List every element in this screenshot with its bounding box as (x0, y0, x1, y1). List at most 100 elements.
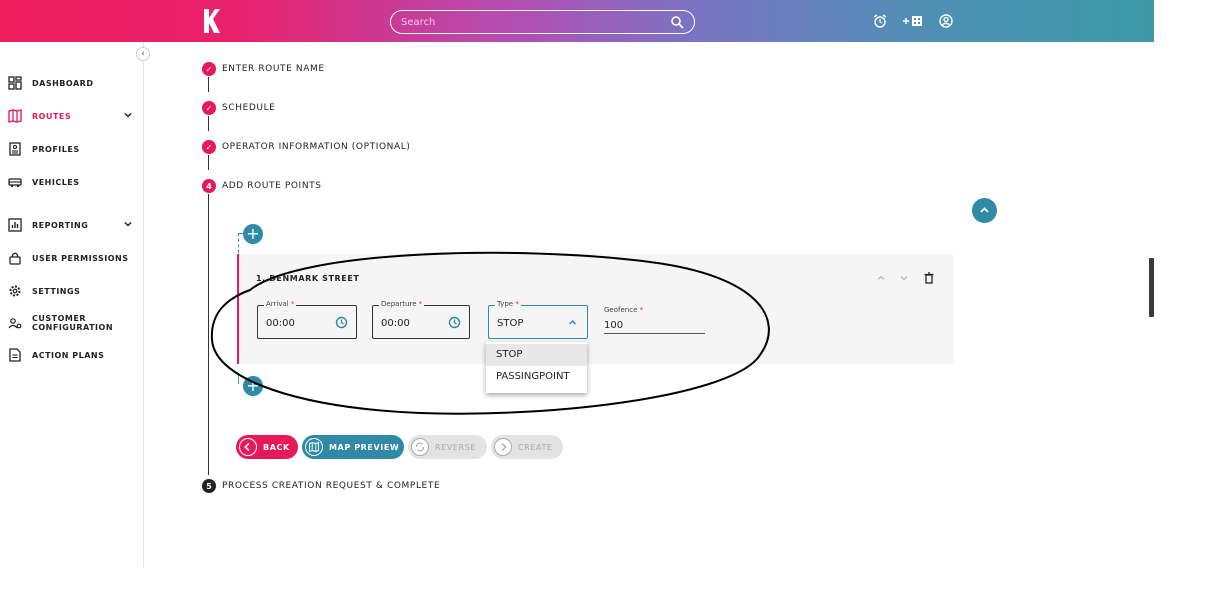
chevron-up-icon[interactable] (875, 272, 887, 284)
clock-icon[interactable] (448, 316, 461, 329)
sidebar-item-profiles[interactable]: PROFILES (8, 139, 138, 159)
chevron-down-icon[interactable] (122, 218, 134, 230)
stepper-connector (208, 194, 209, 475)
check-icon: ✓ (202, 62, 216, 76)
search-input[interactable] (401, 14, 661, 30)
chevron-down-icon[interactable] (898, 272, 910, 284)
bar-chart-icon (8, 218, 22, 232)
chevron-left-icon (239, 438, 257, 456)
chevron-up-icon (980, 207, 989, 213)
sidebar-item-label: ROUTES (32, 111, 72, 121)
button-label: MAP PREVIEW (329, 442, 400, 452)
departure-time-field[interactable]: Departure * 00:00 (372, 300, 470, 339)
search-bar[interactable] (390, 10, 695, 34)
geofence-value: 100 (604, 320, 624, 331)
button-label: BACK (263, 442, 290, 452)
dashboard-grid-icon (8, 76, 22, 90)
user-account-icon[interactable] (937, 13, 955, 29)
sidebar-item-user-permissions[interactable]: USER PERMISSIONS (8, 248, 138, 268)
step-label: OPERATOR INFORMATION (OPTIONAL) (222, 142, 411, 152)
collapse-sidebar-button[interactable]: ‹ (136, 47, 150, 61)
gear-icon (9, 285, 21, 297)
alarm-clock-icon[interactable] (871, 13, 889, 29)
type-select[interactable]: Type * STOP (488, 300, 588, 339)
sidebar-item-label: CUSTOMER CONFIGURATION (32, 314, 113, 332)
button-label: REVERSE (435, 442, 477, 452)
sidebar-item-label: USER PERMISSIONS (32, 253, 129, 263)
map-icon (8, 109, 22, 123)
route-point-card: 1. DENMARK STREET Arrival * 00:00 Depart… (237, 254, 953, 364)
arrival-time-value: 00:00 (266, 318, 295, 329)
scrollbar-thumb[interactable] (1149, 258, 1154, 317)
step-label: PROCESS CREATION REQUEST & COMPLETE (222, 481, 441, 491)
refresh-icon (411, 438, 429, 456)
stepper-connector (208, 116, 209, 131)
route-point-title: 1. DENMARK STREET (256, 274, 360, 283)
scroll-up-button[interactable] (972, 198, 997, 223)
chevron-up-icon[interactable] (566, 316, 579, 329)
field-label: Departure * (379, 300, 425, 308)
logo-icon[interactable] (201, 8, 221, 34)
search-icon[interactable] (670, 15, 684, 29)
sidebar-item-label: SETTINGS (32, 286, 81, 296)
add-point-after-button[interactable]: + (243, 376, 263, 396)
map-icon (305, 438, 323, 456)
label-line: CONFIGURATION (32, 323, 114, 332)
dropdown-option-passingpoint[interactable]: PASSINGPOINT (486, 366, 587, 388)
sidebar-item-settings[interactable]: SETTINGS (8, 281, 138, 301)
step-operator-information[interactable]: ✓ OPERATOR INFORMATION (OPTIONAL) (202, 140, 410, 154)
step-label: ADD ROUTE POINTS (222, 181, 322, 191)
people-settings-icon (8, 318, 22, 329)
type-dropdown-menu: STOP PASSINGPOINT (486, 342, 587, 393)
create-button[interactable]: CREATE (491, 435, 563, 459)
chevron-right-icon (494, 438, 512, 456)
sidebar-item-label: ACTION PLANS (32, 350, 105, 360)
chevron-down-icon[interactable] (122, 109, 134, 121)
field-label: Geofence * (604, 306, 644, 314)
add-point-before-button[interactable]: + (243, 224, 263, 244)
sidebar-item-label: PROFILES (32, 144, 80, 154)
connector-dashed (238, 233, 239, 253)
sidebar-item-action-plans[interactable]: ACTION PLANS (8, 345, 138, 365)
back-button[interactable]: BACK (236, 435, 298, 459)
arrival-time-field[interactable]: Arrival * 00:00 (257, 300, 357, 339)
add-building-icon[interactable] (902, 13, 924, 29)
lock-icon (9, 252, 21, 265)
sidebar-item-label: REPORTING (32, 220, 89, 230)
clock-icon[interactable] (335, 316, 348, 329)
field-label: Type * (495, 300, 521, 308)
profile-card-icon (9, 142, 21, 156)
sidebar-item-reporting[interactable]: REPORTING (8, 215, 138, 235)
step-add-route-points[interactable]: 4 ADD ROUTE POINTS (202, 179, 322, 193)
step-process-creation[interactable]: 5 PROCESS CREATION REQUEST & COMPLETE (202, 479, 440, 493)
trash-icon[interactable] (923, 272, 935, 284)
sidebar-item-label: DASHBOARD (32, 78, 94, 88)
type-select-value: STOP (497, 318, 524, 329)
map-preview-button[interactable]: MAP PREVIEW (302, 435, 404, 459)
button-label: CREATE (518, 442, 553, 452)
connector-dashed (238, 374, 239, 384)
reverse-button[interactable]: REVERSE (408, 435, 487, 459)
sidebar: ‹ DASHBOARD ROUTES PROFILES VEHICLES REP… (0, 42, 150, 567)
top-bar (0, 0, 1154, 42)
geofence-field[interactable]: Geofence * 100 (604, 306, 705, 334)
step-enter-route-name[interactable]: ✓ ENTER ROUTE NAME (202, 62, 325, 76)
sidebar-item-routes[interactable]: ROUTES (8, 106, 138, 126)
stepper-connector (208, 155, 209, 170)
document-icon (9, 348, 21, 362)
sidebar-item-vehicles[interactable]: VEHICLES (8, 172, 138, 192)
dropdown-option-stop[interactable]: STOP (486, 344, 587, 366)
label-line: CUSTOMER (32, 314, 86, 323)
stepper-connector (208, 77, 209, 92)
sidebar-item-customer-configuration[interactable]: CUSTOMER CONFIGURATION (8, 313, 138, 333)
step-number: 4 (202, 179, 216, 193)
check-icon: ✓ (202, 101, 216, 115)
bus-icon (8, 178, 22, 188)
check-icon: ✓ (202, 140, 216, 154)
step-schedule[interactable]: ✓ SCHEDULE (202, 101, 275, 115)
departure-time-value: 00:00 (381, 318, 410, 329)
sidebar-item-dashboard[interactable]: DASHBOARD (8, 73, 138, 93)
step-label: ENTER ROUTE NAME (222, 64, 325, 74)
step-number: 5 (202, 479, 216, 493)
step-label: SCHEDULE (222, 103, 276, 113)
